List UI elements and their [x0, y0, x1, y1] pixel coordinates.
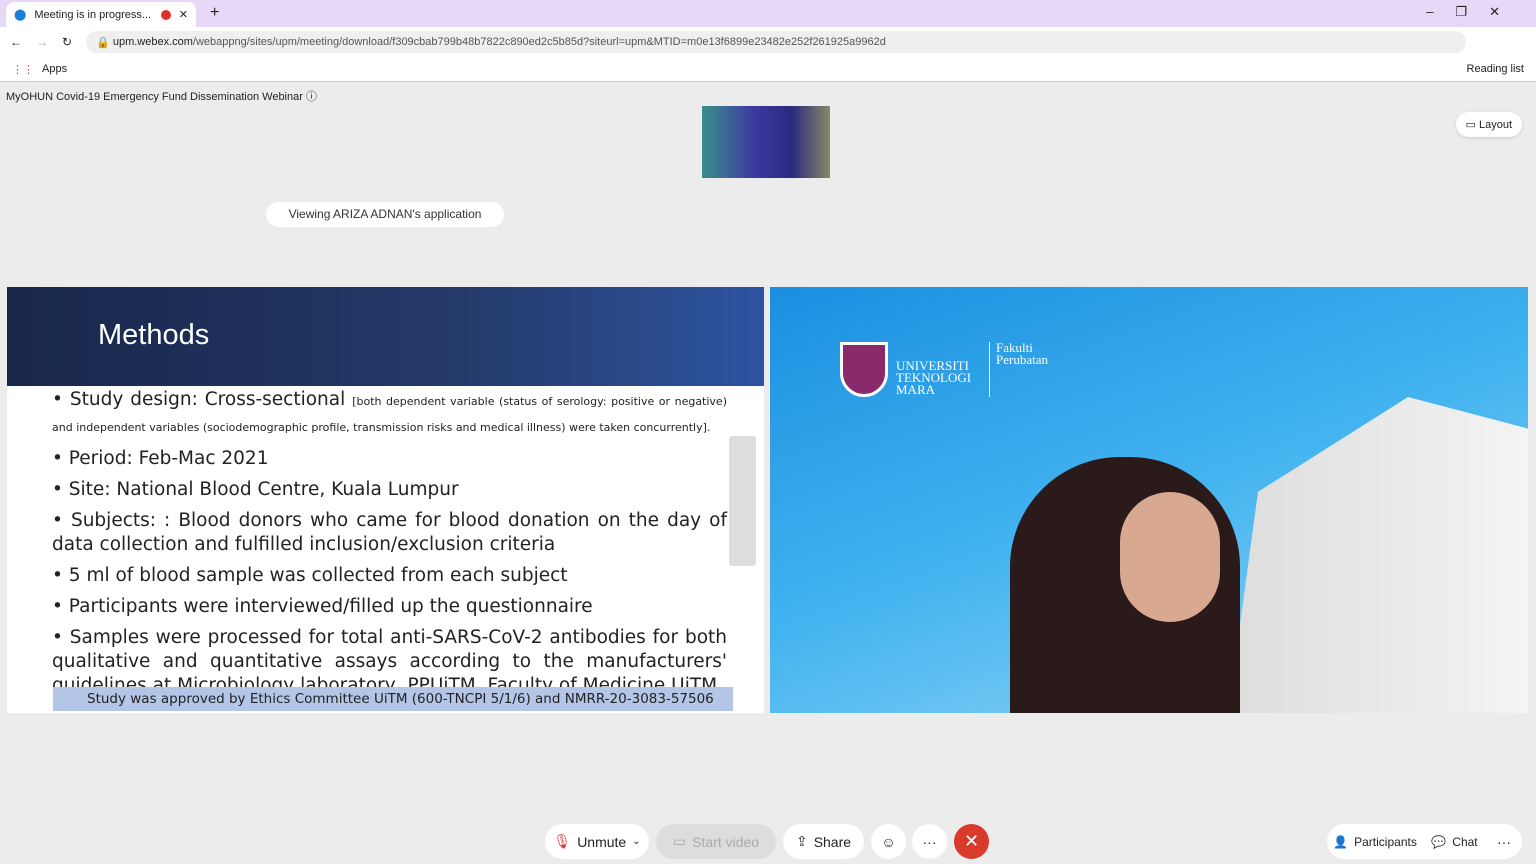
bullet-text: Samples were processed for total anti-SA… — [52, 627, 727, 696]
forward-icon[interactable]: → — [36, 35, 48, 49]
end-meeting-button[interactable]: ✕ — [954, 824, 989, 859]
webex-icon: ⬤ — [14, 9, 27, 21]
start-video-label: Start video — [692, 833, 760, 850]
layout-label: Layout — [1478, 119, 1512, 131]
bullet: 5 ml of blood sample was collected from … — [52, 564, 727, 588]
url-host: upm.webex.com — [112, 36, 193, 48]
crest-icon — [840, 342, 888, 397]
bullet-text: 5 ml of blood sample was collected from … — [68, 565, 568, 586]
tab-bar: ⬤ Meeting is in progress... ✕ + –❐✕ — [0, 0, 1536, 27]
viewing-banner: Viewing ARIZA ADNAN's application — [266, 202, 504, 227]
shared-slide: Methods Study design: Cross-sectional [b… — [7, 287, 764, 713]
bullet: Participants were interviewed/filled up … — [52, 595, 727, 619]
logo-university: UNIVERSITI TEKNOLOGI MARA — [896, 358, 972, 397]
bullet-text: Participants were interviewed/filled up … — [68, 596, 593, 617]
speaker-face — [1120, 492, 1220, 622]
chat-icon: 💬 — [1431, 834, 1447, 849]
browser-tab[interactable]: ⬤ Meeting is in progress... ✕ — [6, 2, 196, 27]
url-input[interactable]: 🔒 upm.webex.com/webappng/sites/upm/meeti… — [86, 31, 1466, 53]
participants-label: Participants — [1354, 834, 1417, 849]
more-options-button[interactable]: ··· — [912, 824, 947, 859]
new-tab-button[interactable]: + — [210, 4, 219, 22]
chevron-down-icon[interactable]: ⌄ — [632, 836, 640, 847]
bullet: Site: National Blood Centre, Kuala Lumpu… — [52, 478, 727, 502]
reload-icon[interactable]: ↻ — [62, 35, 72, 49]
info-icon[interactable]: ⓘ — [306, 91, 317, 103]
start-video-button[interactable]: ▭ Start video — [656, 824, 776, 859]
chat-label: Chat — [1452, 834, 1478, 849]
apps-icon: ⋮⋮ — [12, 63, 34, 76]
reading-list[interactable]: Reading list — [1467, 63, 1524, 75]
recording-icon — [160, 9, 171, 20]
bullet-text: Study design: Cross-sectional — [69, 389, 346, 410]
bullet-text: Period: Feb-Mac 2021 — [68, 448, 269, 469]
tab-title: Meeting is in progress... — [34, 8, 152, 21]
ethics-note: Study was approved by Ethics Committee U… — [53, 687, 733, 711]
unmute-label: Unmute — [577, 833, 627, 850]
reactions-button[interactable]: ☺ — [871, 824, 906, 859]
url-path: /webappng/sites/upm/meeting/download/f30… — [192, 36, 886, 48]
bookmarks-bar: ⋮⋮ Apps Reading list — [0, 57, 1536, 82]
participant-thumbnail[interactable] — [702, 106, 830, 178]
layout-button[interactable]: ▭ Layout — [1455, 112, 1522, 137]
apps-bookmark[interactable]: Apps — [42, 63, 67, 75]
share-label: Share — [813, 833, 852, 850]
bullet-text: Subjects: : Blood donors who came for bl… — [52, 510, 727, 555]
zoom-controls[interactable] — [729, 436, 756, 566]
smiley-icon: ☺ — [881, 833, 896, 850]
share-icon: ⇪ — [795, 833, 808, 849]
meeting-title: MyOHUN Covid-19 Emergency Fund Dissemina… — [6, 88, 317, 104]
address-bar-row: ← → ↻ 🔒 upm.webex.com/webappng/sites/upm… — [0, 27, 1536, 57]
logo-faculty: Fakulti Perubatan — [989, 341, 1049, 397]
panel-more-button[interactable]: ··· — [1486, 824, 1522, 859]
chat-button[interactable]: 💬 Chat — [1423, 824, 1486, 859]
building-background — [1228, 397, 1528, 713]
meeting-title-text: MyOHUN Covid-19 Emergency Fund Dissemina… — [6, 91, 303, 103]
bullet: Subjects: : Blood donors who came for bl… — [52, 509, 727, 557]
participants-button[interactable]: 👤 Participants — [1327, 824, 1423, 859]
slide-heading: Methods — [7, 287, 764, 386]
speaker-video: UNIVERSITI TEKNOLOGI MARA Fakulti Peruba… — [770, 287, 1528, 713]
video-off-icon: ▭ — [672, 833, 687, 849]
unmute-button[interactable]: 🎙 Unmute ⌄ — [545, 824, 649, 859]
mic-muted-icon: 🎙 — [553, 833, 572, 849]
share-button[interactable]: ⇪ Share — [783, 824, 864, 859]
window-controls[interactable]: –❐✕ — [1426, 4, 1522, 20]
close-tab-icon[interactable]: ✕ — [179, 8, 188, 21]
bullet: Study design: Cross-sectional [both depe… — [52, 388, 727, 440]
uitm-logo: UNIVERSITI TEKNOLOGI MARA Fakulti Peruba… — [840, 341, 1049, 397]
bullet: Period: Feb-Mac 2021 — [52, 447, 727, 471]
back-icon[interactable]: ← — [10, 35, 22, 49]
participants-icon: 👤 — [1333, 834, 1349, 849]
bullet-text: Site: National Blood Centre, Kuala Lumpu… — [68, 479, 459, 500]
